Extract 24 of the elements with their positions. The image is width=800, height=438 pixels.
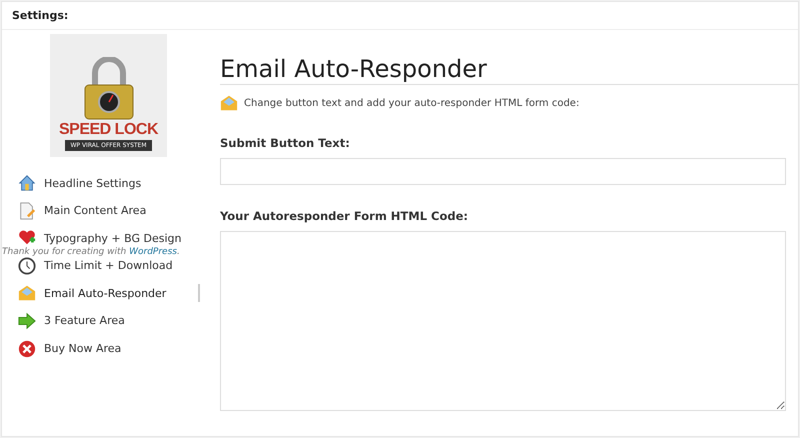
document-icon [18,202,36,220]
page-heading: Email Auto-Responder [220,54,798,85]
sidebar-item[interactable]: Buy Now Area [18,340,200,358]
panel-title: Settings: [12,9,68,22]
code-textarea[interactable] [220,231,786,411]
close-icon [18,340,36,358]
clock-icon [18,256,36,275]
house-icon [18,174,36,192]
sidebar-item[interactable]: Time Limit + Download [18,256,200,275]
sidebar-item[interactable]: 3 Feature Area [18,312,200,330]
sidebar-item[interactable]: Typography + BG Design [18,229,200,248]
wordpress-link[interactable]: WordPress [129,247,177,257]
sidebar-item[interactable]: Headline Settings [18,174,200,192]
instruction-text: Change button text and add your auto-responder HTML form code: [244,98,580,108]
arrow-icon [18,312,36,330]
input-field[interactable] [220,158,786,185]
logo-title: SPEED LOCK [58,121,158,139]
sidebar-item[interactable]: Email Auto-Responder [18,284,200,302]
sidebar-item[interactable]: Main Content Area [18,202,200,220]
field-label: Submit Button Text: [220,136,351,150]
field-label: Your Autoresponder Form HTML Code: [220,209,470,223]
envelope-icon [18,284,36,302]
footer-text: Thank you for creating with WordPress. [2,248,180,257]
envelope-icon [220,94,238,112]
